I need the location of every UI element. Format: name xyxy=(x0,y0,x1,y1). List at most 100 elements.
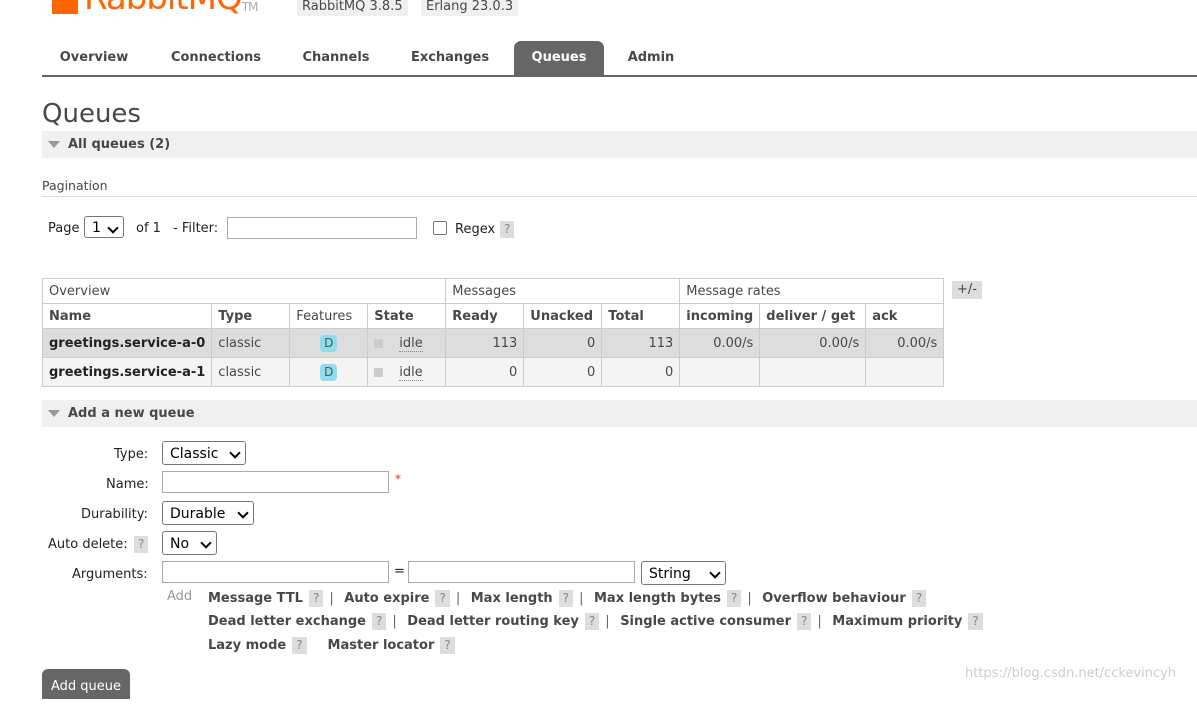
required-mark: * xyxy=(395,472,401,486)
tab-channels[interactable]: Channels xyxy=(291,41,381,75)
all-queues-label: All queues (2) xyxy=(68,137,171,152)
arg-lazy-mode-link[interactable]: Lazy mode xyxy=(208,638,286,653)
watermark: https://blog.csdn.net/cckevincyh xyxy=(965,666,1177,681)
group-header-messages: Messages xyxy=(445,278,681,304)
col-header-deliver-get[interactable]: deliver / get xyxy=(759,303,867,329)
queues-table: Overview Messages Message rates Name Typ… xyxy=(41,278,945,387)
state-label: idle xyxy=(399,335,423,352)
arg-message-ttl-link[interactable]: Message TTL xyxy=(208,591,303,606)
tab-exchanges[interactable]: Exchanges xyxy=(400,41,500,75)
page-title: Queues xyxy=(42,99,141,129)
arg-dead-letter-routing-key-link[interactable]: Dead letter routing key xyxy=(407,614,579,629)
ack-rate xyxy=(865,357,945,387)
tab-admin[interactable]: Admin xyxy=(619,41,683,75)
erlang-version-badge: Erlang 23.0.3 xyxy=(421,0,519,16)
arg-auto-expire-link[interactable]: Auto expire xyxy=(344,591,429,606)
regex-label: Regex xyxy=(455,222,496,237)
column-toggle-button[interactable]: +/- xyxy=(952,281,982,299)
queue-type-select[interactable]: Classic xyxy=(162,441,246,465)
logo-mark-icon xyxy=(52,0,78,14)
arg-overflow-behaviour-link[interactable]: Overflow behaviour xyxy=(762,591,906,606)
argument-value-input[interactable] xyxy=(408,561,635,583)
filter-input[interactable] xyxy=(227,217,417,239)
queue-type-value: Classic xyxy=(170,446,219,462)
help-icon[interactable]: ? xyxy=(558,590,574,607)
add-queue-section-toggle[interactable]: Add a new queue xyxy=(42,400,1197,427)
help-icon[interactable]: ? xyxy=(308,590,324,607)
help-icon[interactable]: ? xyxy=(440,637,455,654)
tab-connections[interactable]: Connections xyxy=(159,41,273,75)
help-icon[interactable]: ? xyxy=(726,590,742,607)
queue-name-link[interactable]: greetings.service-a-1 xyxy=(41,357,213,387)
col-header-ready[interactable]: Ready xyxy=(445,303,525,329)
queue-state: idle xyxy=(367,357,447,387)
table-row[interactable]: greetings.service-a-0 classic D idle 113… xyxy=(41,328,945,358)
page-select[interactable]: 1 xyxy=(84,216,124,238)
durability-label: Durability: xyxy=(81,507,148,522)
ready-count: 113 xyxy=(445,328,525,358)
state-indicator-icon xyxy=(374,367,384,377)
collapse-triangle-icon xyxy=(48,409,60,417)
col-header-incoming[interactable]: incoming xyxy=(679,303,761,329)
arg-single-active-consumer-link[interactable]: Single active consumer xyxy=(620,614,791,629)
argument-type-value: String xyxy=(649,566,691,582)
queue-type: classic xyxy=(211,328,291,358)
queue-features: D xyxy=(289,328,369,358)
col-header-total[interactable]: Total xyxy=(601,303,681,329)
durable-badge: D xyxy=(320,334,338,352)
regex-checkbox[interactable] xyxy=(433,221,447,235)
tab-overview[interactable]: Overview xyxy=(42,41,146,75)
deliver-get-rate: 0.00/s xyxy=(759,328,867,358)
arg-max-length-bytes-link[interactable]: Max length bytes xyxy=(594,591,721,606)
add-argument-label: Add xyxy=(167,589,193,604)
queue-name-link[interactable]: greetings.service-a-0 xyxy=(41,328,213,358)
arg-master-locator-link[interactable]: Master locator xyxy=(328,638,435,653)
type-label: Type: xyxy=(114,447,149,462)
regex-help-icon[interactable]: ? xyxy=(500,221,515,238)
help-icon[interactable]: ? xyxy=(968,613,983,630)
arg-max-length-link[interactable]: Max length xyxy=(471,591,553,606)
add-queue-section-label: Add a new queue xyxy=(68,406,195,421)
incoming-rate xyxy=(679,357,761,387)
arguments-label: Arguments: xyxy=(72,567,148,582)
queue-features: D xyxy=(289,357,369,387)
col-header-unacked[interactable]: Unacked xyxy=(523,303,603,329)
state-label: idle xyxy=(399,364,423,381)
col-header-features[interactable]: Features xyxy=(289,303,369,329)
durability-select[interactable]: Durable xyxy=(162,501,254,525)
col-header-name[interactable]: Name xyxy=(41,303,213,329)
help-icon[interactable]: ? xyxy=(292,637,307,654)
table-row[interactable]: greetings.service-a-1 classic D idle 0 0… xyxy=(41,357,945,387)
arg-maximum-priority-link[interactable]: Maximum priority xyxy=(832,614,962,629)
col-header-ack[interactable]: ack xyxy=(865,303,945,329)
argument-shortcuts-row-3: Lazy mode?| Master locator? xyxy=(208,637,455,654)
help-icon[interactable]: ? xyxy=(797,613,812,630)
argument-shortcuts-row-2: Dead letter exchange? | Dead letter routi… xyxy=(208,613,983,630)
auto-delete-select[interactable]: No xyxy=(162,531,217,555)
queue-type: classic xyxy=(211,357,291,387)
argument-type-select[interactable]: String xyxy=(641,561,726,585)
ack-rate: 0.00/s xyxy=(865,328,945,358)
add-queue-button[interactable]: Add queue xyxy=(42,669,130,699)
unacked-count: 0 xyxy=(523,328,603,358)
name-label: Name: xyxy=(106,477,149,492)
help-icon[interactable]: ? xyxy=(584,613,600,630)
argument-key-input[interactable] xyxy=(162,561,389,583)
collapse-triangle-icon xyxy=(48,140,60,148)
auto-delete-value: No xyxy=(170,536,190,552)
all-queues-section-toggle[interactable]: All queues (2) xyxy=(42,131,1197,158)
equals-sign: = xyxy=(394,564,405,579)
queue-name-input[interactable] xyxy=(162,471,389,493)
queue-state: idle xyxy=(367,328,447,358)
tab-queues[interactable]: Queues xyxy=(514,41,604,75)
arg-dead-letter-exchange-link[interactable]: Dead letter exchange xyxy=(208,614,366,629)
help-icon[interactable]: ? xyxy=(371,613,387,630)
col-header-type[interactable]: Type xyxy=(211,303,291,329)
help-icon[interactable]: ? xyxy=(911,590,927,607)
auto-delete-label: Auto delete: xyxy=(48,537,128,552)
logo-text: RabbitMQ xyxy=(84,0,243,18)
col-header-state[interactable]: State xyxy=(367,303,447,329)
argument-shortcuts-row-1: Message TTL? | Auto expire? | Max length? |… xyxy=(208,590,927,607)
help-icon[interactable]: ? xyxy=(435,590,450,607)
auto-delete-help-icon[interactable]: ? xyxy=(134,536,149,553)
